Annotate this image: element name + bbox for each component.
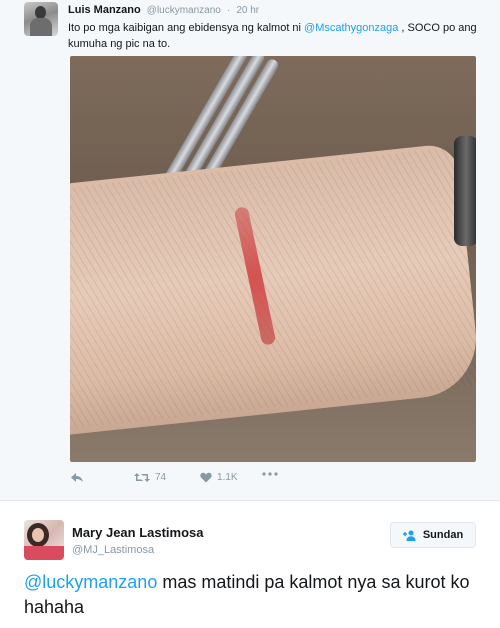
tweet-text: Ito po mga kaibigan ang ebidensya ng kal…	[68, 20, 488, 52]
avatar-torso	[30, 18, 52, 36]
retweet-icon	[134, 473, 150, 482]
avatar[interactable]	[24, 2, 58, 36]
like-button[interactable]: 1.1K	[200, 472, 238, 483]
arm-hair-texture	[70, 146, 476, 430]
tweet-luis-manzano: Luis Manzano @luckymanzano · 20 hr Ito p…	[0, 0, 500, 500]
mention-link[interactable]: @luckymanzano	[24, 572, 157, 592]
avatar-face	[32, 528, 44, 542]
heart-icon	[200, 472, 212, 483]
mention-link[interactable]: @Mscathygonzaga	[304, 22, 398, 34]
tweet-header: Luis Manzano @luckymanzano · 20 hr	[68, 4, 259, 16]
author-name[interactable]: Mary Jean Lastimosa	[72, 525, 204, 540]
reply-button[interactable]	[70, 472, 84, 483]
add-user-icon	[402, 530, 416, 541]
author-handle[interactable]: @luckymanzano	[147, 5, 221, 16]
avatar-clothing	[24, 546, 64, 560]
like-count: 1.1K	[217, 472, 238, 483]
tweet-photo[interactable]	[70, 56, 476, 462]
reply-icon	[71, 473, 83, 482]
watch-shape	[454, 136, 476, 246]
retweet-button[interactable]: 74	[134, 472, 166, 483]
more-icon	[262, 472, 278, 476]
more-button[interactable]	[262, 472, 278, 476]
avatar[interactable]	[24, 520, 64, 560]
tweet-text-start: Ito po mga kaibigan ang ebidensya ng kal…	[68, 22, 305, 34]
divider	[0, 500, 500, 501]
author-name[interactable]: Luis Manzano	[68, 4, 141, 16]
tweet-text: @luckymanzano mas matindi pa kalmot nya …	[24, 570, 484, 620]
author-handle[interactable]: @MJ_Lastimosa	[72, 544, 154, 556]
follow-button[interactable]: Sundan	[390, 522, 476, 548]
time-separator: ·	[226, 5, 231, 16]
retweet-count: 74	[155, 472, 167, 483]
tweet-time[interactable]: 20 hr	[236, 5, 259, 16]
follow-label: Sundan	[422, 529, 464, 541]
